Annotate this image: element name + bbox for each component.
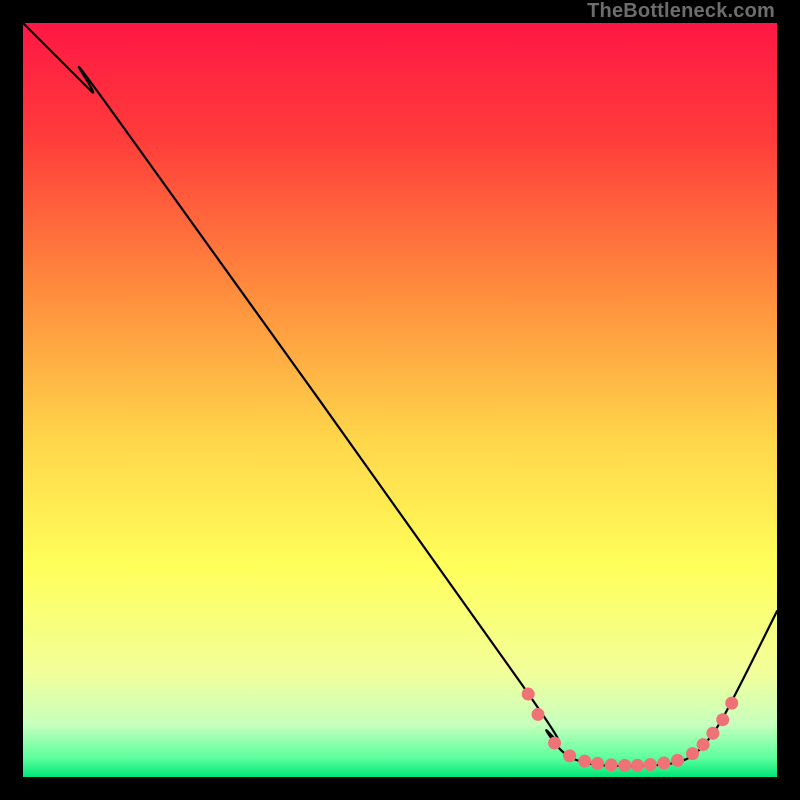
- marker-dot: [522, 688, 535, 701]
- marker-dot: [631, 759, 644, 772]
- marker-dot: [531, 708, 544, 721]
- chart-svg: [23, 23, 777, 777]
- marker-dot: [706, 727, 719, 740]
- marker-dot: [725, 697, 738, 710]
- marker-dot: [657, 757, 670, 770]
- marker-dot: [716, 713, 729, 726]
- marker-dot: [686, 747, 699, 760]
- marker-dot: [697, 738, 710, 751]
- marker-dot: [591, 757, 604, 770]
- chart-plot-area: [23, 23, 777, 777]
- watermark-text: TheBottleneck.com: [587, 0, 775, 23]
- marker-dot: [618, 759, 631, 772]
- marker-dot: [563, 749, 576, 762]
- marker-dot: [644, 758, 657, 771]
- marker-dot: [578, 755, 591, 768]
- marker-dot: [605, 758, 618, 771]
- marker-dot: [671, 754, 684, 767]
- gradient-background: [23, 23, 777, 777]
- marker-dot: [548, 737, 561, 750]
